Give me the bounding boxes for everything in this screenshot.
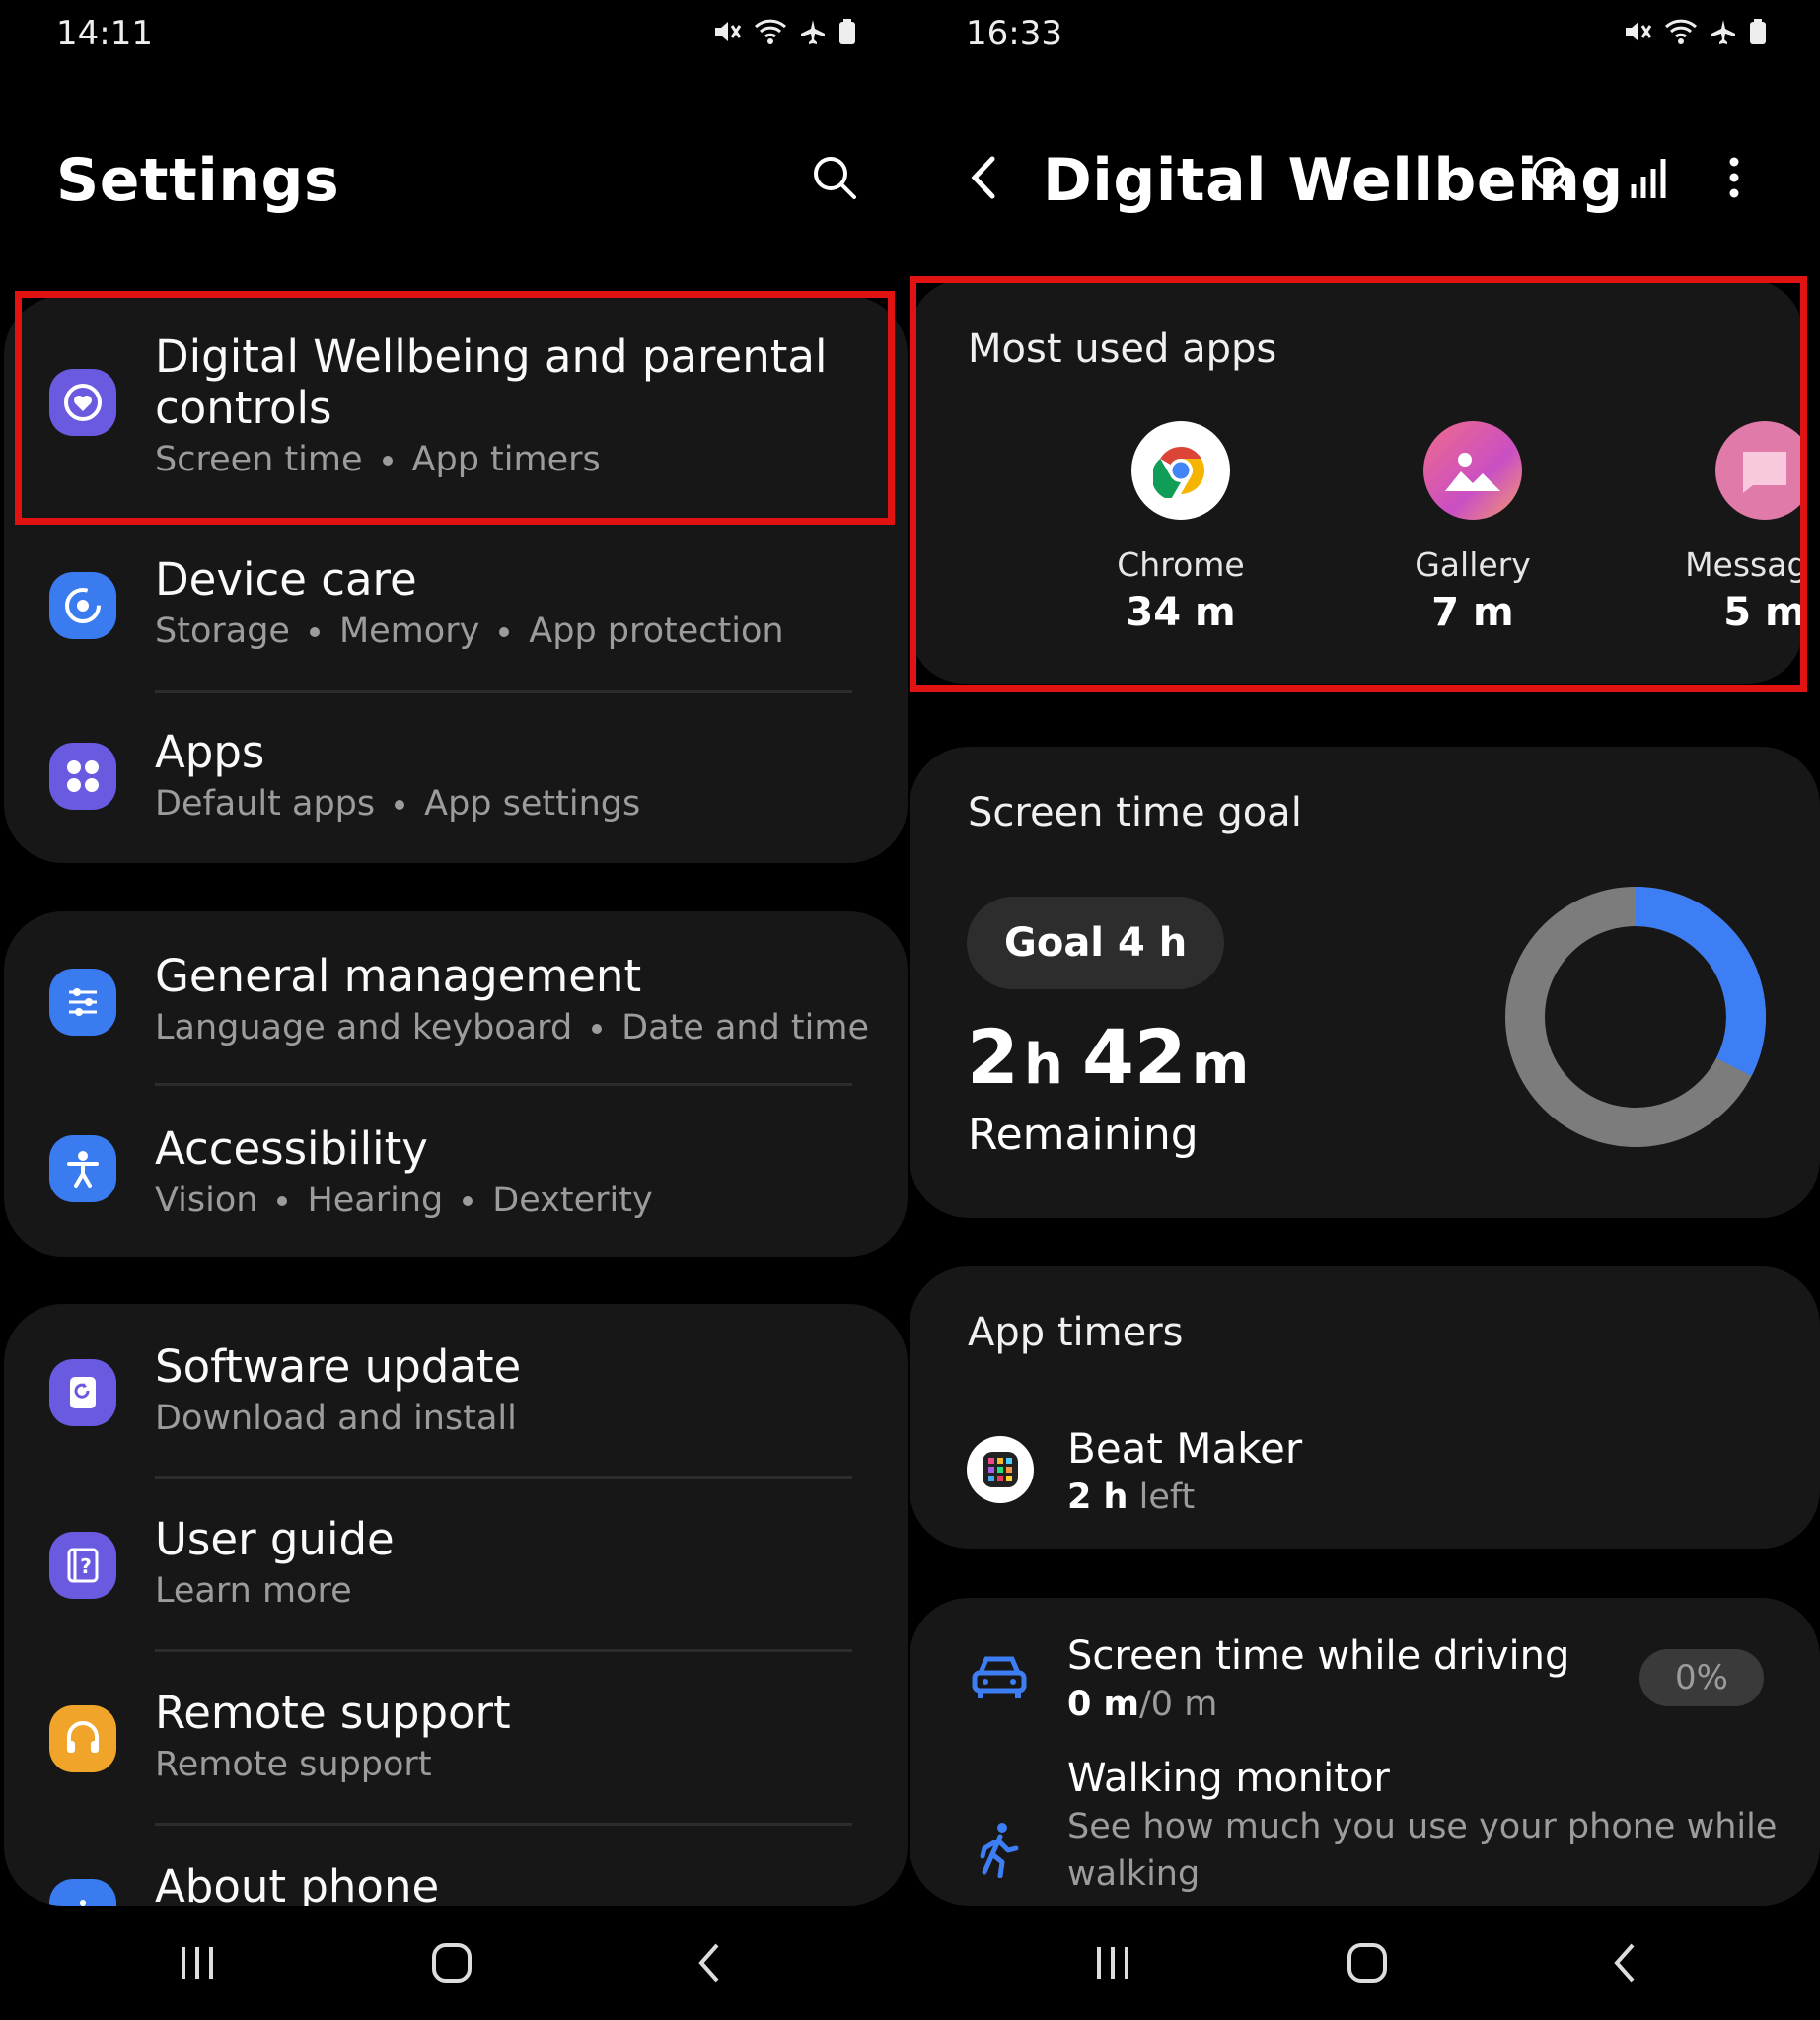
wifi-icon <box>1664 19 1698 44</box>
driving-title: Screen time while driving <box>1067 1633 1570 1679</box>
walking-icon <box>980 1823 1019 1878</box>
settings-item-title: About phone <box>155 1860 440 1907</box>
settings-item-title: Accessibility <box>155 1122 428 1175</box>
car-icon <box>972 1656 1027 1698</box>
settings-item-title: User guide <box>155 1513 395 1565</box>
back-button[interactable] <box>669 1931 748 1994</box>
settings-item-general-management[interactable]: General management Language and keyboard… <box>4 911 908 1085</box>
bar-chart-icon <box>1631 159 1666 198</box>
settings-item-user-guide[interactable]: ? User guide Learn more <box>4 1479 908 1651</box>
highlight-box <box>910 276 1807 692</box>
settings-card-3: Software update Download and install ? U… <box>4 1304 908 1906</box>
status-bar: 14:11 <box>0 8 910 57</box>
svg-text:?: ? <box>80 1554 92 1578</box>
back-button[interactable] <box>1584 1931 1663 1994</box>
back-icon <box>698 1943 719 1983</box>
status-bar: 16:33 <box>910 8 1820 57</box>
airplane-icon <box>801 20 825 44</box>
settings-screen: 14:11 Settings Digital Wellbeing and par… <box>0 0 910 2020</box>
driving-walking-card: Screen time while driving 0 m/0 m 0% Wal… <box>910 1598 1820 1906</box>
walking-subtitle-line2: walking <box>1067 1854 1201 1894</box>
driving-value: 0 m/0 m <box>1067 1685 1218 1724</box>
settings-item-title: Remote support <box>155 1687 511 1739</box>
status-time: 14:11 <box>56 14 153 53</box>
recents-button[interactable] <box>158 1931 237 1994</box>
settings-item-title: Software update <box>155 1340 522 1393</box>
software-update-icon <box>49 1359 116 1426</box>
mute-icon <box>715 22 742 41</box>
mute-icon <box>1626 22 1652 41</box>
home-icon <box>432 1943 472 1983</box>
settings-item-subtitle: Learn more <box>155 1571 352 1611</box>
timer-app-name: Beat Maker <box>1067 1424 1303 1473</box>
screen-time-goal-card[interactable]: Screen time goal Goal 4 h 2 h 42 m Remai… <box>910 747 1820 1218</box>
search-icon <box>814 157 856 199</box>
settings-item-subtitle: Vision Hearing Dexterity <box>155 1181 653 1220</box>
airplane-icon <box>1711 20 1735 44</box>
page-title: Settings <box>56 146 340 215</box>
status-time: 16:33 <box>966 14 1062 53</box>
home-button[interactable] <box>412 1931 491 1994</box>
back-icon <box>1614 1943 1635 1983</box>
more-options-button[interactable] <box>1699 142 1770 213</box>
goal-progress-ring <box>1505 887 1766 1147</box>
app-timers-card[interactable]: App timers Beat Maker 2 h left <box>910 1266 1820 1549</box>
apps-icon <box>49 743 116 810</box>
settings-item-device-care[interactable]: Device care Storage Memory App protection <box>4 521 908 690</box>
settings-item-remote-support[interactable]: Remote support Remote support <box>4 1652 908 1825</box>
screen-time-driving-row[interactable]: Screen time while driving 0 m/0 m 0% <box>910 1598 1820 1746</box>
accessibility-icon <box>49 1135 116 1202</box>
timer-remaining: 2 h left <box>1067 1478 1196 1517</box>
remaining-label: Remaining <box>968 1110 1199 1160</box>
highlight-box <box>15 291 895 525</box>
digital-wellbeing-screen: 16:33 Digital Wellbeing Most used apps C… <box>910 0 1820 2020</box>
navigation-bar <box>0 1906 910 2020</box>
battery-icon <box>839 19 855 44</box>
settings-item-subtitle: Default apps App settings <box>155 784 641 824</box>
settings-item-title: Apps <box>155 726 265 778</box>
section-title: Screen time goal <box>968 790 1302 835</box>
sliders-icon <box>49 969 116 1036</box>
status-icons <box>1623 18 1767 45</box>
back-nav-button[interactable] <box>948 142 1019 213</box>
driving-percent-badge: 0% <box>1639 1649 1764 1706</box>
status-icons <box>712 18 856 45</box>
section-title: App timers <box>968 1310 1184 1355</box>
beat-maker-icon <box>967 1436 1034 1503</box>
walking-subtitle: See how much you use your phone while <box>1067 1807 1778 1846</box>
settings-card-2: General management Language and keyboard… <box>4 911 908 1257</box>
dashboard-button[interactable] <box>1614 142 1685 213</box>
wifi-icon <box>754 19 787 44</box>
settings-item-accessibility[interactable]: Accessibility Vision Hearing Dexterity <box>4 1086 908 1257</box>
headset-icon <box>49 1705 116 1772</box>
info-icon <box>49 1879 116 1906</box>
recents-button[interactable] <box>1073 1931 1152 1994</box>
walking-monitor-row[interactable]: Walking monitor See how much you use you… <box>910 1746 1820 1906</box>
home-button[interactable] <box>1328 1931 1407 1994</box>
settings-item-title: General management <box>155 950 642 1002</box>
recents-icon <box>182 1947 213 1979</box>
search-button[interactable] <box>1517 142 1588 213</box>
settings-item-subtitle: Download and install <box>155 1399 517 1438</box>
chevron-left-icon <box>971 156 995 199</box>
settings-item-title: Device care <box>155 553 417 606</box>
more-vertical-icon <box>1729 157 1739 198</box>
search-icon <box>1532 157 1574 199</box>
settings-item-about-phone[interactable]: About phone <box>4 1826 908 1906</box>
user-guide-icon: ? <box>49 1532 116 1599</box>
device-care-icon <box>49 572 116 639</box>
home-icon <box>1347 1943 1387 1983</box>
goal-chip[interactable]: Goal 4 h <box>967 897 1225 989</box>
settings-item-software-update[interactable]: Software update Download and install <box>4 1304 908 1478</box>
search-button[interactable] <box>799 142 870 213</box>
settings-item-subtitle: Language and keyboard Date and time <box>155 1008 869 1047</box>
settings-item-subtitle: Remote support <box>155 1745 432 1784</box>
walking-title: Walking monitor <box>1067 1756 1390 1801</box>
navigation-bar <box>910 1906 1820 2020</box>
settings-item-subtitle: Storage Memory App protection <box>155 612 784 651</box>
settings-item-apps[interactable]: Apps Default apps App settings <box>4 693 908 863</box>
remaining-time: 2 h 42 m <box>967 1013 1250 1101</box>
recents-icon <box>1097 1947 1128 1979</box>
battery-icon <box>1750 19 1766 44</box>
